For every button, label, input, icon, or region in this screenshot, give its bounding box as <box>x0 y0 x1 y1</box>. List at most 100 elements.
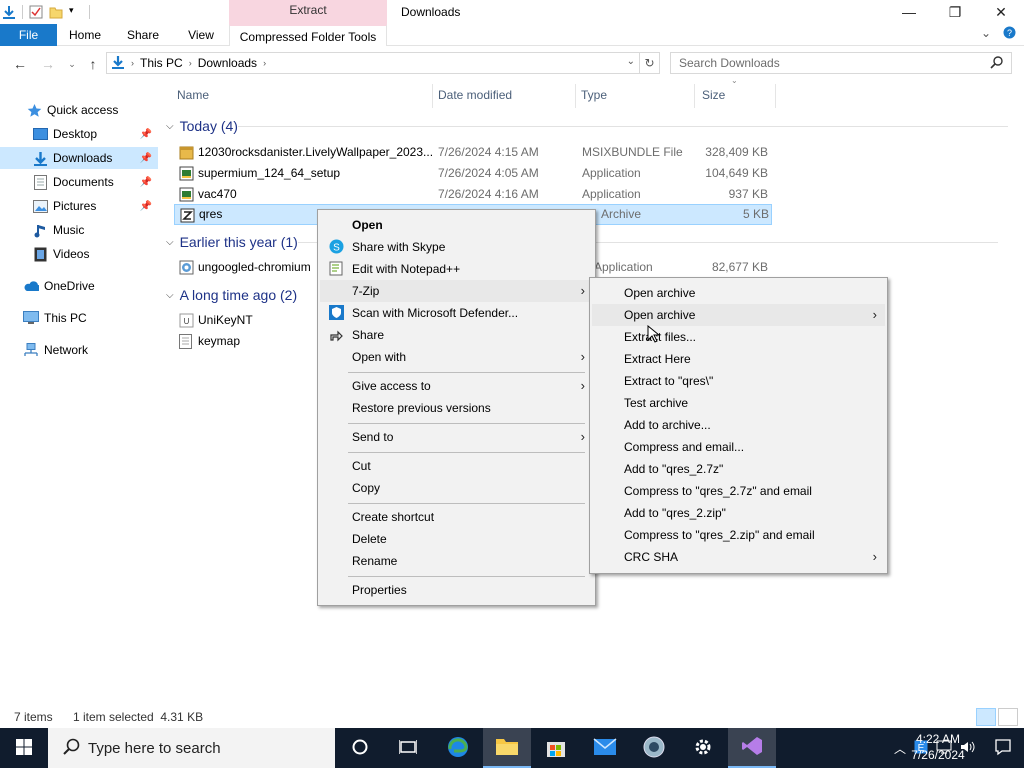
taskbar-settings[interactable] <box>679 728 727 768</box>
taskbar-app-globe[interactable] <box>630 728 678 768</box>
new-folder-icon[interactable] <box>49 5 63 19</box>
pin-icon[interactable]: 📌 <box>140 129 152 140</box>
breadcrumb-separator-icon[interactable]: › <box>263 58 266 68</box>
menu-item-restore-previous-versions[interactable]: Restore previous versions <box>320 397 593 419</box>
submenu-item-open-archive[interactable]: Open archive <box>592 282 885 304</box>
collapse-chevron-icon[interactable]: ⌵ <box>166 290 174 301</box>
recent-locations-icon[interactable]: ⌄ <box>62 54 82 74</box>
submenu-item-compress-and-email[interactable]: Compress and email... <box>592 436 885 458</box>
group-header-a-long-time-ago[interactable]: ⌵ A long time ago (2) <box>166 285 297 305</box>
menu-item-copy[interactable]: Copy <box>320 477 593 499</box>
collapse-chevron-icon[interactable]: ⌵ <box>166 237 174 248</box>
nav-item-downloads[interactable]: Downloads 📌 <box>0 147 158 169</box>
up-arrow-icon[interactable]: ↑ <box>83 54 103 74</box>
minimize-button[interactable]: — <box>886 0 932 24</box>
download-arrow-icon[interactable] <box>2 5 16 19</box>
group-header-earlier-this-year[interactable]: ⌵ Earlier this year (1) <box>166 232 998 252</box>
submenu-item-add-to-7z[interactable]: Add to "qres_2.7z" <box>592 458 885 480</box>
menu-item-send-to[interactable]: Send to › <box>320 426 593 448</box>
nav-item-this-pc[interactable]: This PC <box>0 307 158 329</box>
pin-icon[interactable]: 📌 <box>140 177 152 188</box>
maximize-button[interactable]: ❐ <box>932 0 978 24</box>
submenu-item-compress-to-7z-email[interactable]: Compress to "qres_2.7z" and email <box>592 480 885 502</box>
menu-item-give-access-to[interactable]: Give access to › <box>320 375 593 397</box>
group-header-today[interactable]: ⌵ Today (4) <box>166 116 1008 136</box>
search-input[interactable]: Search Downloads <box>670 52 1012 74</box>
chevron-down-icon[interactable]: ⌄ <box>981 26 991 42</box>
menu-item-delete[interactable]: Delete <box>320 528 593 550</box>
table-row[interactable]: supermium_124_64_setup 7/26/2024 4:05 AM… <box>174 163 772 184</box>
menu-item-open-with[interactable]: Open with › <box>320 346 593 368</box>
submenu-item-extract-to-qres[interactable]: Extract to "qres\" <box>592 370 885 392</box>
menu-item-share[interactable]: Share <box>320 324 593 346</box>
large-icons-view-button[interactable] <box>998 708 1018 726</box>
submenu-item-test-archive[interactable]: Test archive <box>592 392 885 414</box>
taskbar-file-explorer[interactable] <box>483 728 531 768</box>
nav-item-desktop[interactable]: Desktop 📌 <box>0 123 158 145</box>
help-icon[interactable]: ? <box>1003 26 1016 42</box>
taskbar-edge[interactable] <box>434 728 482 768</box>
pin-icon[interactable]: 📌 <box>140 201 152 212</box>
nav-item-documents[interactable]: Documents 📌 <box>0 171 158 193</box>
table-row[interactable]: 12030rocksdanister.LivelyWallpaper_2023.… <box>174 142 772 163</box>
menu-item-create-shortcut[interactable]: Create shortcut <box>320 506 593 528</box>
column-header-type[interactable]: Type <box>576 84 694 106</box>
submenu-item-open-archive-more[interactable]: Open archive › <box>592 304 885 326</box>
task-view-button[interactable] <box>384 728 432 768</box>
menu-item-cut[interactable]: Cut <box>320 455 593 477</box>
menu-item-share-with-skype[interactable]: S Share with Skype <box>320 236 593 258</box>
address-dropdown-icon[interactable]: ⌄ <box>627 56 635 67</box>
breadcrumb-downloads[interactable]: Downloads <box>198 56 257 70</box>
menu-item-open[interactable]: Open <box>320 214 593 236</box>
nav-item-quick-access[interactable]: Quick access <box>0 99 158 121</box>
nav-item-onedrive[interactable]: OneDrive <box>0 275 158 297</box>
submenu-item-add-to-zip[interactable]: Add to "qres_2.zip" <box>592 502 885 524</box>
tab-view[interactable]: View <box>173 24 229 46</box>
column-divider[interactable] <box>694 84 695 108</box>
taskbar-clock[interactable]: 4:22 AM 7/26/2024 <box>906 731 970 763</box>
nav-item-music[interactable]: Music <box>0 219 158 241</box>
submenu-item-extract-here[interactable]: Extract Here <box>592 348 885 370</box>
tab-file[interactable]: File <box>0 24 57 46</box>
close-button[interactable]: ✕ <box>978 0 1024 24</box>
back-arrow-icon[interactable]: ← <box>10 54 30 74</box>
qat-dropdown-icon[interactable]: ▾ <box>69 5 83 19</box>
address-bar[interactable]: › This PC › Downloads › ⌄ <box>106 52 640 74</box>
column-header-size[interactable]: Size <box>697 84 775 106</box>
properties-icon[interactable] <box>29 5 43 19</box>
cortana-button[interactable] <box>336 728 384 768</box>
forward-arrow-icon[interactable]: → <box>38 54 58 74</box>
details-view-button[interactable] <box>976 708 996 726</box>
pin-icon[interactable]: 📌 <box>140 153 152 164</box>
nav-item-videos[interactable]: Videos <box>0 243 158 265</box>
breadcrumb-this-pc[interactable]: This PC <box>140 56 183 70</box>
menu-item-rename[interactable]: Rename <box>320 550 593 572</box>
notification-center-icon[interactable] <box>994 738 1012 759</box>
column-header-date-modified[interactable]: Date modified <box>433 84 575 106</box>
breadcrumb-separator-icon[interactable]: › <box>131 58 134 68</box>
submenu-item-crc-sha[interactable]: CRC SHA › <box>592 546 885 568</box>
taskbar-mail[interactable] <box>581 728 629 768</box>
menu-item-7-zip[interactable]: 7-Zip › <box>320 280 593 302</box>
column-header-name[interactable]: Name <box>172 84 432 106</box>
taskbar-visual-studio[interactable] <box>728 728 776 768</box>
menu-item-edit-with-notepad-plus-plus[interactable]: Edit with Notepad++ <box>320 258 593 280</box>
collapse-chevron-icon[interactable]: ⌵ <box>166 121 174 132</box>
tab-share[interactable]: Share <box>113 24 173 46</box>
taskbar-store[interactable] <box>532 728 580 768</box>
menu-item-scan-with-defender[interactable]: Scan with Microsoft Defender... <box>320 302 593 324</box>
submenu-item-add-to-archive[interactable]: Add to archive... <box>592 414 885 436</box>
taskbar-search-box[interactable]: Type here to search <box>48 728 335 768</box>
refresh-button[interactable]: ↻ <box>640 52 660 74</box>
start-button[interactable] <box>0 728 48 768</box>
menu-item-properties[interactable]: Properties <box>320 579 593 601</box>
submenu-item-compress-to-zip-email[interactable]: Compress to "qres_2.zip" and email <box>592 524 885 546</box>
column-divider[interactable] <box>775 84 776 108</box>
nav-item-pictures[interactable]: Pictures 📌 <box>0 195 158 217</box>
tab-home[interactable]: Home <box>57 24 113 46</box>
submenu-item-extract-files[interactable]: Extract files... <box>592 326 885 348</box>
nav-item-network[interactable]: Network <box>0 339 158 361</box>
show-hidden-icons-chevron-icon[interactable]: ︿ <box>894 740 906 757</box>
tab-compressed-folder-tools[interactable]: Compressed Folder Tools <box>229 24 387 46</box>
breadcrumb-separator-icon[interactable]: › <box>189 58 192 68</box>
